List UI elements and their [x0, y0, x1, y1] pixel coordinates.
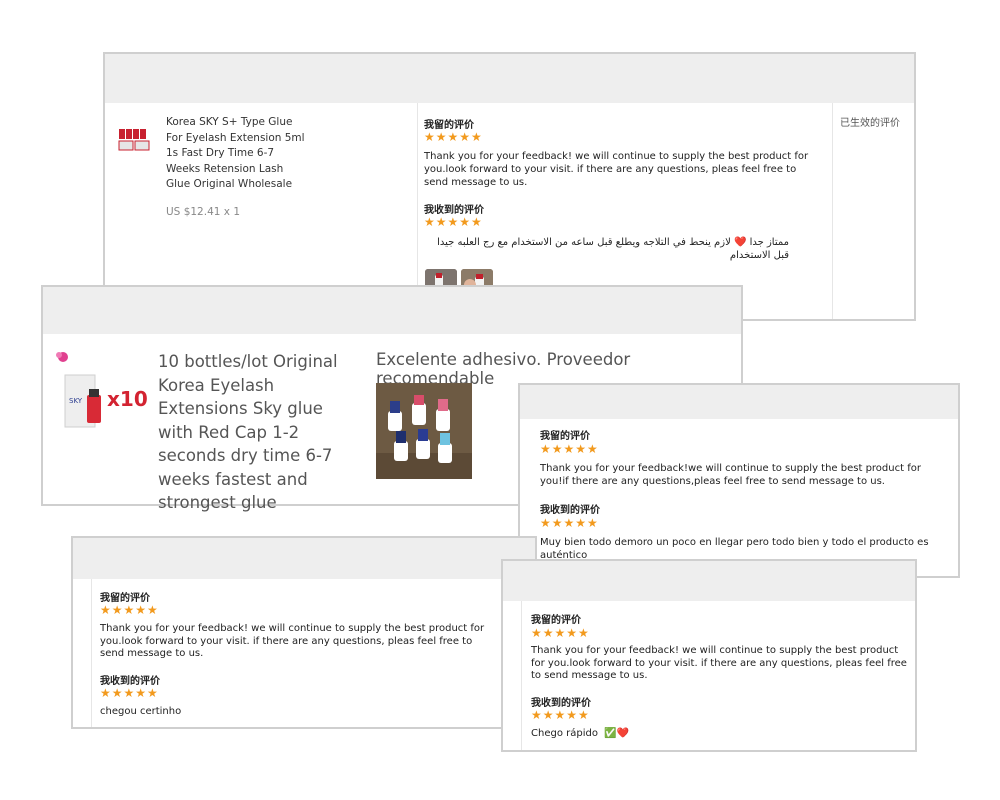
received-review-stars: ★★★★★ [424, 215, 483, 229]
card-header [503, 561, 915, 601]
received-review-text: ممتاز جدا ❤️ لازم ينحط في التلاجه ويطلع … [437, 237, 789, 261]
my-review-text: Thank you for your feedback! we will con… [531, 645, 907, 681]
my-review-stars: ★★★★★ [540, 442, 599, 456]
card-header [105, 54, 914, 103]
review-card-1: Korea SKY S+ Type Glue For Eyelash Exten… [103, 52, 916, 321]
my-review-stars: ★★★★★ [424, 130, 483, 144]
received-review-text-row: Chego rápido ✅❤️ [531, 728, 629, 739]
my-review-label: 我留的评价 [100, 593, 150, 604]
emoji-check-heart-icon: ✅❤️ [604, 728, 630, 739]
quantity-badge: x10 [107, 387, 148, 411]
received-review-stars: ★★★★★ [531, 708, 590, 722]
my-review-label: 我留的评价 [540, 431, 590, 442]
received-review-label: 我收到的评价 [531, 698, 591, 709]
column-divider [521, 601, 522, 750]
product-thumbnail[interactable] [117, 124, 153, 154]
received-review-text: Chego rápido [531, 728, 598, 739]
my-review-text: Thank you for your feedback!we will cont… [540, 463, 921, 487]
product-title-link[interactable]: Korea SKY S+ Type Glue For Eyelash Exten… [166, 115, 306, 193]
card-header [520, 385, 958, 419]
my-review-text: Thank you for your feedback! we will con… [100, 623, 485, 659]
received-review-label: 我收到的评价 [424, 205, 484, 216]
my-review-label: 我留的评价 [424, 120, 474, 131]
received-review-label: 我收到的评价 [540, 505, 600, 516]
svg-text:SKY: SKY [69, 397, 83, 405]
my-review-stars: ★★★★★ [100, 603, 159, 617]
product-price: US $12.41 x 1 [166, 206, 240, 218]
column-divider [91, 579, 92, 727]
review-photo[interactable] [376, 383, 472, 479]
my-review-text: Thank you for your feedback! we will con… [424, 151, 809, 188]
received-review-stars: ★★★★★ [100, 686, 159, 700]
my-review-label: 我留的评价 [531, 615, 581, 626]
review-status: 已生效的评价 [840, 118, 900, 129]
received-review-label: 我收到的评价 [100, 676, 160, 687]
review-card-5: 我留的评价 ★★★★★ Thank you for your feedback!… [501, 559, 917, 752]
product-title-link[interactable]: 10 bottles/lot Original Korea Eyelash Ex… [158, 350, 363, 515]
review-card-4: 我留的评价 ★★★★★ Thank you for your feedback!… [71, 536, 537, 729]
review-card-3: 我留的评价 ★★★★★ Thank you for your feedback!… [518, 383, 960, 578]
card-header [73, 538, 535, 579]
received-review-text: chegou certinho [100, 706, 182, 717]
card-header [43, 287, 741, 334]
received-review-stars: ★★★★★ [540, 516, 599, 530]
my-review-stars: ★★★★★ [531, 626, 590, 640]
column-divider [832, 103, 833, 319]
